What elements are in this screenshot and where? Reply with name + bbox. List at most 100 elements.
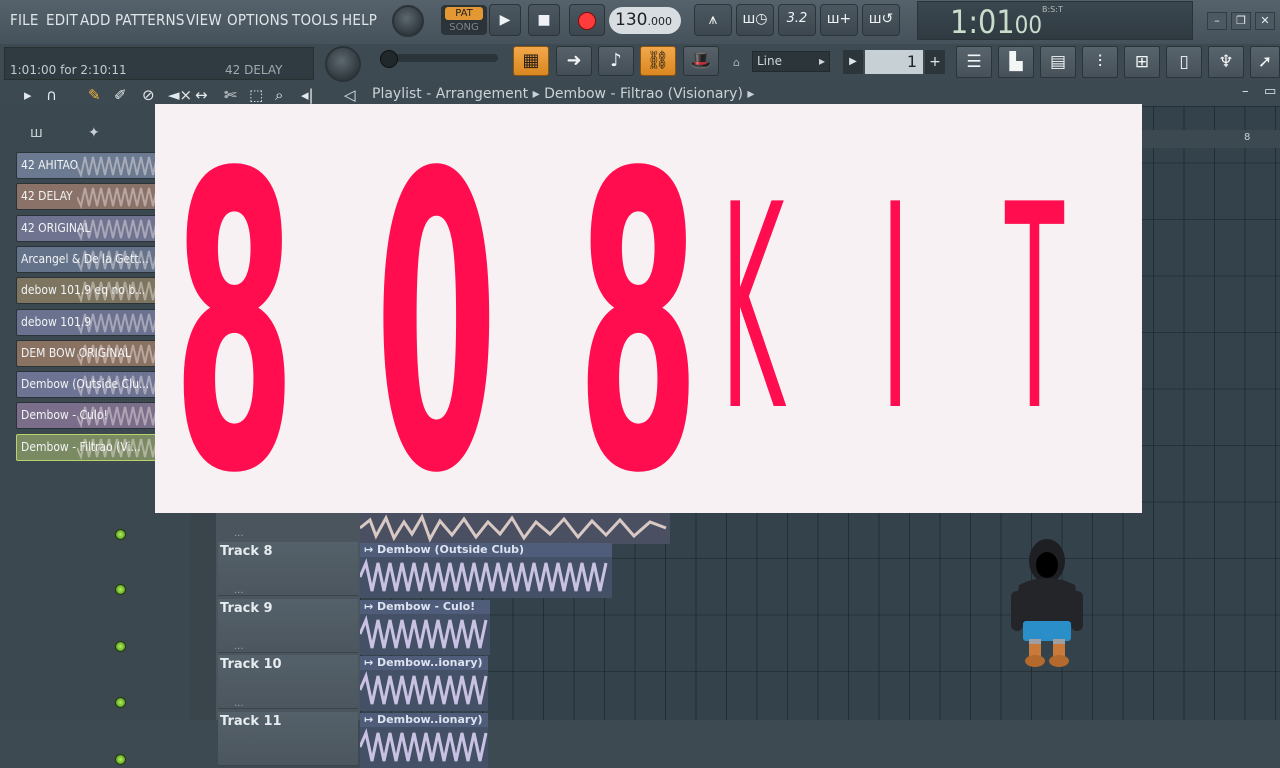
countdown-button[interactable]: 3.2 (778, 4, 816, 36)
channel-rack-button[interactable]: ▤ (1040, 46, 1076, 78)
tempo-display[interactable]: 130.000 (609, 7, 681, 34)
pat-song-toggle[interactable]: PAT SONG (441, 5, 487, 35)
slide-tool-button[interactable]: ♪ (598, 46, 634, 76)
playlist-clip[interactable]: ↦ Dembow - Culo! (360, 599, 490, 655)
countdown-icon: 3.2 (786, 11, 808, 26)
playlist-clip[interactable]: ↦ Dembow..ionary) (360, 712, 488, 768)
typing-keyboard-button[interactable]: ▦ (513, 46, 549, 76)
browser-clip-item[interactable]: debow 101.9 eq no b... (16, 277, 166, 305)
track-prev-mute-led[interactable] (115, 529, 126, 540)
track-name[interactable]: Track 10 (220, 657, 282, 672)
menu-options[interactable]: OPTIONS (227, 11, 289, 29)
menu-help[interactable]: HELP (342, 11, 377, 29)
mixer-icon: ⫶ (1097, 52, 1103, 72)
clip-waveform-icon (77, 156, 165, 178)
snap-mode-select[interactable]: Line ▸ (752, 51, 830, 72)
pat-mode-label[interactable]: PAT (445, 7, 483, 20)
browser-clip-item[interactable]: Dembow (Outside Clu... (16, 371, 166, 399)
step-add-button[interactable]: + (925, 50, 945, 74)
browser-clip-item[interactable]: DEM BOW ORIGINAL (16, 339, 166, 367)
browser-clip-label: 42 AHITAO (21, 158, 79, 172)
menu-edit[interactable]: EDIT (46, 11, 78, 29)
playlist-icon: ☰ (966, 52, 982, 72)
arrow-right-icon: ➜ (566, 50, 582, 71)
record-button[interactable] (569, 4, 605, 36)
browser-clip-item[interactable]: Arcangel & De la Gett... (16, 245, 166, 273)
playback-icon[interactable]: ◂| (301, 86, 314, 104)
browser-clip-item[interactable]: 42 DELAY (16, 183, 166, 211)
browser-clip-label: Dembow - Filtrao (Vi... (21, 439, 141, 454)
stamp-button[interactable]: 🎩 (683, 46, 719, 76)
title-char-0: 0 (375, 88, 498, 563)
menu-patterns[interactable]: PATTERNS (115, 11, 185, 29)
loop-record-button[interactable]: ш↺ (862, 4, 900, 36)
menu-tools[interactable]: TOOLS (292, 11, 339, 29)
mixer-button[interactable]: ⫶ (1082, 46, 1118, 78)
track-dots: ... (234, 697, 244, 709)
play-icon: ▶ (499, 12, 511, 28)
browser-clip-item[interactable]: Dembow - Culo! (16, 402, 166, 430)
keyboard-icon: ▦ (522, 50, 540, 71)
help-button[interactable]: ➚ (1250, 46, 1280, 78)
clock-unit-label: B:S:T (1042, 5, 1063, 14)
playlist-maximize-icon[interactable]: ▭ (1264, 84, 1276, 99)
track-mute-led[interactable] (115, 697, 126, 708)
speaker-icon[interactable]: ◁ (344, 86, 356, 104)
browser-clip-item[interactable]: 42 ORIGINAL (16, 214, 166, 242)
browser-clip-item[interactable]: Dembow - Filtrao (Vi... (16, 433, 166, 461)
menu-view[interactable]: VIEW (186, 11, 222, 29)
slider-handle[interactable] (380, 50, 398, 68)
snap-mode-value: Line (757, 54, 783, 68)
piano-icon[interactable]: ш (30, 125, 43, 141)
waveform-icon[interactable]: ✦ (88, 125, 100, 141)
browser-clip-label: DEM BOW ORIGINAL (21, 345, 131, 360)
menu-add[interactable]: ADD (80, 11, 111, 29)
restore-button[interactable]: ❐ (1231, 12, 1251, 30)
track-mute-led[interactable] (115, 753, 126, 765)
magnet-snap-icon[interactable]: ∩ (46, 86, 57, 104)
track-name[interactable]: Track 11 (220, 714, 282, 729)
snap-forward-button[interactable]: ➜ (556, 46, 592, 76)
title-card-overlay: 8 0 8 K I T (155, 104, 1142, 530)
loop-record-icon: ш↺ (868, 11, 894, 27)
track-name[interactable]: Track 9 (220, 601, 273, 616)
paint-icon[interactable]: ✐ (114, 86, 127, 104)
main-volume-knob[interactable] (392, 5, 424, 37)
menu-file[interactable]: FILE (10, 11, 39, 29)
pencil-icon[interactable]: ✎ (88, 86, 101, 104)
track-dots: ... (234, 641, 244, 652)
delete-icon[interactable]: ⊘ (142, 86, 155, 104)
song-position-clock[interactable]: 1:0100 B:S:T (917, 1, 1193, 41)
track-mute-led[interactable] (115, 640, 126, 652)
minimize-button[interactable]: – (1207, 12, 1227, 30)
play-arrow-icon[interactable]: ▸ (24, 86, 32, 104)
browser-clip-item[interactable]: 42 AHITAO (16, 152, 166, 179)
playlist-clip[interactable]: ↦ Dembow..ionary) (360, 656, 488, 711)
master-volume-slider[interactable] (380, 50, 498, 68)
piano-roll-button[interactable]: ▙ (998, 46, 1034, 78)
stop-button[interactable]: ■ (528, 4, 560, 36)
link-button[interactable]: ⛓ (640, 46, 676, 76)
track-mute-led[interactable] (115, 584, 126, 595)
project-button[interactable]: ▯ (1166, 46, 1202, 78)
wait-input-button[interactable]: ш◷ (736, 4, 774, 36)
master-pitch-knob[interactable] (325, 46, 361, 82)
plugin-picker-button[interactable]: ♆ (1208, 46, 1244, 78)
step-value[interactable]: 1 (865, 50, 923, 74)
close-button[interactable]: ✕ (1255, 12, 1275, 30)
playlist-window-button[interactable]: ☰ (956, 46, 992, 78)
clip-waveform (360, 613, 490, 655)
browser-button[interactable]: ⊞ (1124, 46, 1160, 78)
play-button[interactable]: ▶ (489, 4, 521, 36)
metronome-button[interactable]: ⩚ (694, 4, 732, 36)
step-prev-button[interactable]: ▶ (843, 50, 863, 74)
clip-title: ↦ Dembow..ionary) (360, 656, 488, 670)
clip-waveform (360, 670, 488, 711)
song-mode-label[interactable]: SONG (445, 22, 483, 33)
browser-clip-item[interactable]: debow 101.9 (16, 308, 166, 336)
browser-clip-label: Dembow - Culo! (21, 408, 108, 423)
playlist-minimize-icon[interactable]: – (1242, 84, 1249, 99)
step-edit-button[interactable]: ш+ (820, 4, 858, 36)
browser-clip-label: Dembow (Outside Clu... (21, 377, 150, 392)
browser-clip-label: Arcangel & De la Gett... (21, 251, 149, 266)
